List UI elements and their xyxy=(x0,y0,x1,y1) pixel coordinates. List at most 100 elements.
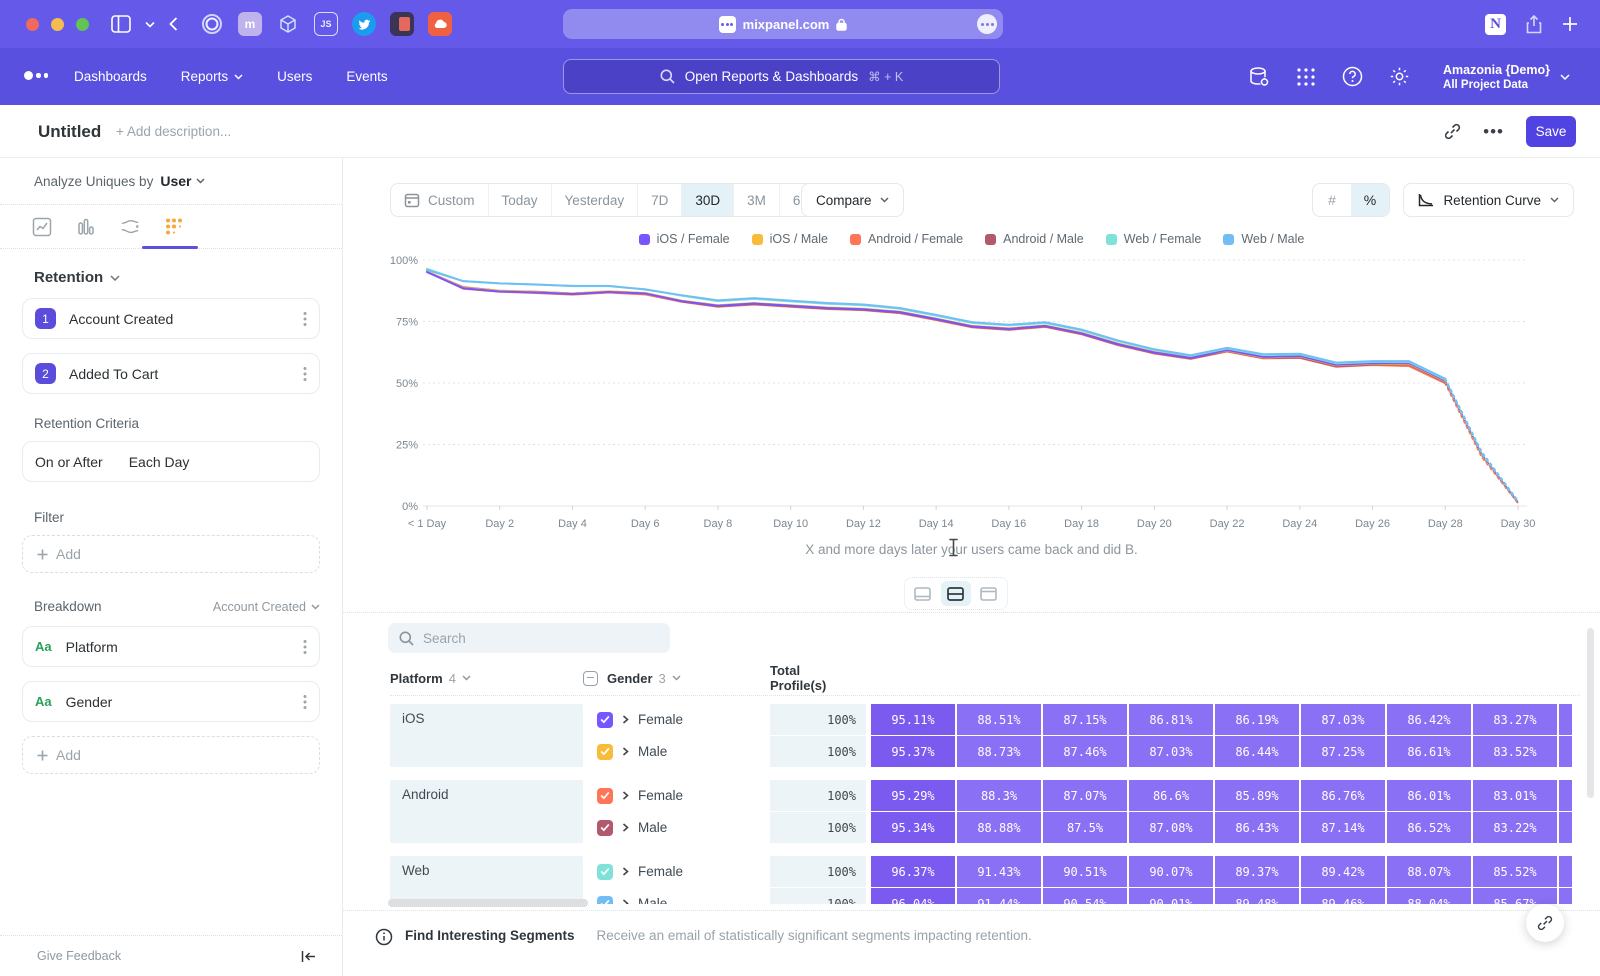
retention-value-cell[interactable]: 95.29% xyxy=(870,780,956,811)
retention-value-cell[interactable]: 86.81% xyxy=(1128,704,1214,735)
series-line-projection[interactable] xyxy=(1445,380,1518,502)
percentage-toggle[interactable]: % xyxy=(1351,184,1389,216)
save-button[interactable]: Save xyxy=(1526,116,1576,147)
retention-value-cell[interactable]: 86.42% xyxy=(1386,704,1472,735)
back-icon[interactable] xyxy=(169,17,178,31)
nav-link-users[interactable]: Users xyxy=(277,69,312,84)
vertical-scrollbar[interactable] xyxy=(1587,628,1594,798)
series-line[interactable] xyxy=(427,271,1445,381)
add-filter-button[interactable]: Add xyxy=(22,535,320,573)
retention-value-cell[interactable]: 88.04% xyxy=(1386,888,1472,904)
retention-chart[interactable]: 100%75%50%25%0%< 1 DayDay 2Day 4Day 6Day… xyxy=(385,252,1565,540)
gender-cell[interactable]: Female xyxy=(583,780,770,811)
retention-value-cell[interactable]: 83.01% xyxy=(1472,780,1558,811)
retention-value-cell[interactable]: 91.44% xyxy=(956,888,1042,904)
range-7d[interactable]: 7D xyxy=(638,184,682,216)
retention-value-cell[interactable]: 89.48% xyxy=(1214,888,1300,904)
legend-item[interactable]: Android / Female xyxy=(850,232,963,246)
retention-value-cell[interactable]: 87.25% xyxy=(1300,736,1386,767)
retention-value-cell[interactable]: 86.52% xyxy=(1386,812,1472,843)
retention-value-cell[interactable]: 90.01% xyxy=(1128,888,1214,904)
absolute-numbers-toggle[interactable]: # xyxy=(1313,184,1351,216)
retention-value-cell[interactable]: 87.08% xyxy=(1128,812,1214,843)
mixpanel-logo[interactable] xyxy=(24,71,48,80)
retention-value-cell[interactable]: 95.34% xyxy=(870,812,956,843)
retention-value-cell[interactable]: 89.42% xyxy=(1300,856,1386,887)
zoom-window-button[interactable] xyxy=(76,18,89,31)
series-line-projection[interactable] xyxy=(1445,381,1518,503)
close-window-button[interactable] xyxy=(26,18,39,31)
retention-criteria-card[interactable]: On or After Each Day xyxy=(22,441,320,482)
layout-table-focus-button[interactable] xyxy=(974,581,1004,606)
nav-link-reports[interactable]: Reports xyxy=(181,69,243,84)
cube-extension-icon[interactable] xyxy=(276,12,300,36)
kebab-menu-icon[interactable] xyxy=(303,311,307,327)
series-checkbox[interactable] xyxy=(597,820,613,836)
m-extension-icon[interactable]: m xyxy=(238,12,262,36)
range-3m[interactable]: 3M xyxy=(734,184,780,216)
horizontal-scrollbar[interactable] xyxy=(388,899,588,907)
platform-cell[interactable]: Android xyxy=(390,780,583,843)
settings-gear-icon[interactable] xyxy=(1389,66,1410,87)
retention-value-cell[interactable]: 87.15% xyxy=(1042,704,1128,735)
tab-insights-icon[interactable] xyxy=(32,217,52,237)
retention-value-cell[interactable]: 85.52% xyxy=(1472,856,1558,887)
retention-value-cell[interactable]: 88.51% xyxy=(956,704,1042,735)
range-today[interactable]: Today xyxy=(489,184,552,216)
select-all-checkbox[interactable] xyxy=(583,671,598,686)
chart-type-selector[interactable]: Retention Curve xyxy=(1403,183,1574,217)
gender-cell[interactable]: Female xyxy=(583,856,770,887)
retention-value-cell[interactable]: 87.07% xyxy=(1042,780,1128,811)
record-extension-icon[interactable] xyxy=(390,12,414,36)
breakdown-item-gender[interactable]: AaGender xyxy=(22,681,320,722)
loop-extension-icon[interactable] xyxy=(200,12,224,36)
gender-cell[interactable]: Female xyxy=(583,704,770,735)
gender-column-header[interactable]: Gender 3 xyxy=(583,671,770,686)
expand-chevron-icon[interactable] xyxy=(622,867,629,876)
criteria-operator[interactable]: On or After xyxy=(35,454,103,470)
cloud-extension-icon[interactable] xyxy=(428,12,452,36)
nav-link-dashboards[interactable]: Dashboards xyxy=(74,69,147,84)
tab-flows-icon[interactable] xyxy=(120,217,140,237)
retention-value-cell[interactable]: 90.54% xyxy=(1042,888,1128,904)
retention-value-cell[interactable]: 87.14% xyxy=(1300,812,1386,843)
retention-value-cell[interactable]: 95.37% xyxy=(870,736,956,767)
range-custom[interactable]: Custom xyxy=(391,184,489,216)
legend-item[interactable]: Android / Male xyxy=(985,232,1084,246)
new-tab-icon[interactable] xyxy=(1562,16,1578,32)
gender-cell[interactable]: Male xyxy=(583,812,770,843)
collapse-sidebar-icon[interactable] xyxy=(301,950,316,963)
compare-button[interactable]: Compare xyxy=(801,183,904,217)
total-column-header[interactable]: Total Profile(s) xyxy=(770,663,870,693)
expand-chevron-icon[interactable] xyxy=(622,899,629,904)
add-breakdown-button[interactable]: Add xyxy=(22,736,320,774)
kebab-menu-icon[interactable] xyxy=(303,639,307,655)
series-line[interactable] xyxy=(427,272,1445,380)
layout-split-button[interactable] xyxy=(941,581,971,606)
retention-value-cell[interactable]: 86.61% xyxy=(1386,736,1472,767)
retention-value-cell[interactable]: 87.03% xyxy=(1128,736,1214,767)
retention-section-label[interactable]: Retention xyxy=(34,269,103,286)
give-feedback-link[interactable]: Give Feedback xyxy=(37,949,301,963)
series-line[interactable] xyxy=(427,272,1445,384)
range-30d[interactable]: 30D xyxy=(682,184,734,216)
gender-cell[interactable]: Male xyxy=(583,888,770,904)
tab-funnels-icon[interactable] xyxy=(76,217,96,237)
find-segments-label[interactable]: Find Interesting Segments xyxy=(405,928,575,943)
platform-cell[interactable]: iOS xyxy=(390,704,583,767)
kebab-menu-icon[interactable] xyxy=(303,694,307,710)
series-line[interactable] xyxy=(427,272,1445,382)
expand-chevron-icon[interactable] xyxy=(622,791,629,800)
apps-grid-icon[interactable] xyxy=(1296,67,1316,87)
breakdown-item-platform[interactable]: AaPlatform xyxy=(22,626,320,667)
series-checkbox[interactable] xyxy=(597,788,613,804)
retention-value-cell[interactable]: 85.89% xyxy=(1214,780,1300,811)
retention-value-cell[interactable]: 96.04% xyxy=(870,888,956,904)
retention-value-cell[interactable]: 88.07% xyxy=(1386,856,1472,887)
retention-value-cell[interactable]: 87.03% xyxy=(1300,704,1386,735)
retention-value-cell[interactable]: 91.43% xyxy=(956,856,1042,887)
minimize-window-button[interactable] xyxy=(51,18,64,31)
retention-value-cell[interactable]: 85.67% xyxy=(1472,888,1558,904)
share-icon[interactable] xyxy=(1526,15,1542,34)
platform-column-header[interactable]: Platform 4 xyxy=(390,671,583,686)
